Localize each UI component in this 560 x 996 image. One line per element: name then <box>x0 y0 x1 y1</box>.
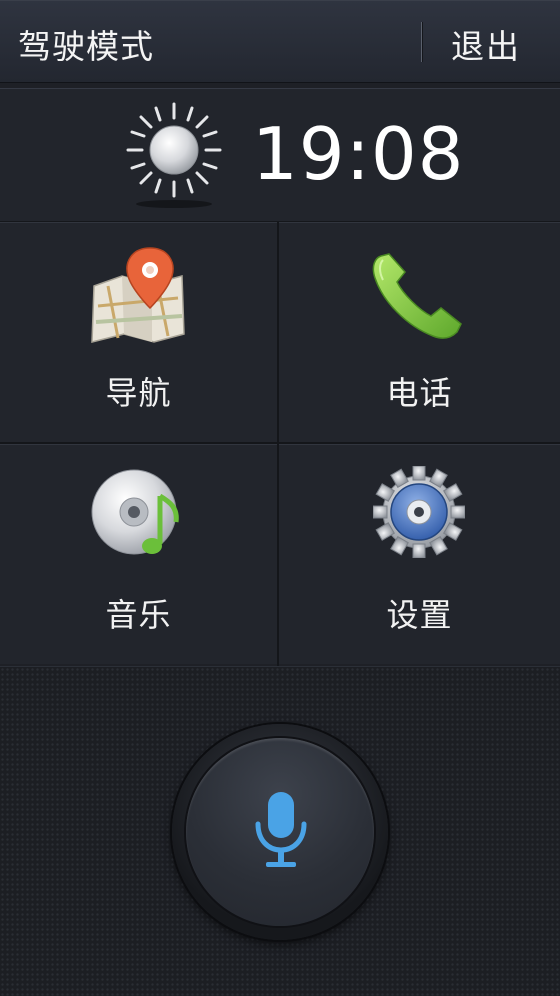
tile-label: 导航 <box>105 374 172 412</box>
map-pin-icon <box>91 247 185 343</box>
tile-label: 设置 <box>386 596 453 634</box>
microphone-icon <box>255 792 307 867</box>
sun-icon <box>126 102 222 208</box>
divider <box>421 22 422 62</box>
tile-label: 电话 <box>386 374 453 412</box>
clock-time: 19:08 <box>252 112 465 196</box>
app-grid: 导航 电话 音乐 设置 <box>0 222 560 666</box>
page-title: 驾驶模式 <box>18 27 154 66</box>
tile-settings[interactable]: 设置 <box>279 444 560 664</box>
tile-navigation[interactable]: 导航 <box>0 222 277 442</box>
tile-phone[interactable]: 电话 <box>279 222 560 442</box>
exit-button[interactable]: 退出 <box>451 20 541 68</box>
phone-icon <box>372 253 462 339</box>
grid-divider <box>0 442 560 444</box>
grid-divider <box>277 222 279 666</box>
gear-icon <box>373 466 465 558</box>
music-disc-icon <box>91 469 179 555</box>
tile-label: 音乐 <box>105 596 172 634</box>
top-bar: 驾驶模式 退出 <box>0 0 560 83</box>
tile-music[interactable]: 音乐 <box>0 444 277 664</box>
